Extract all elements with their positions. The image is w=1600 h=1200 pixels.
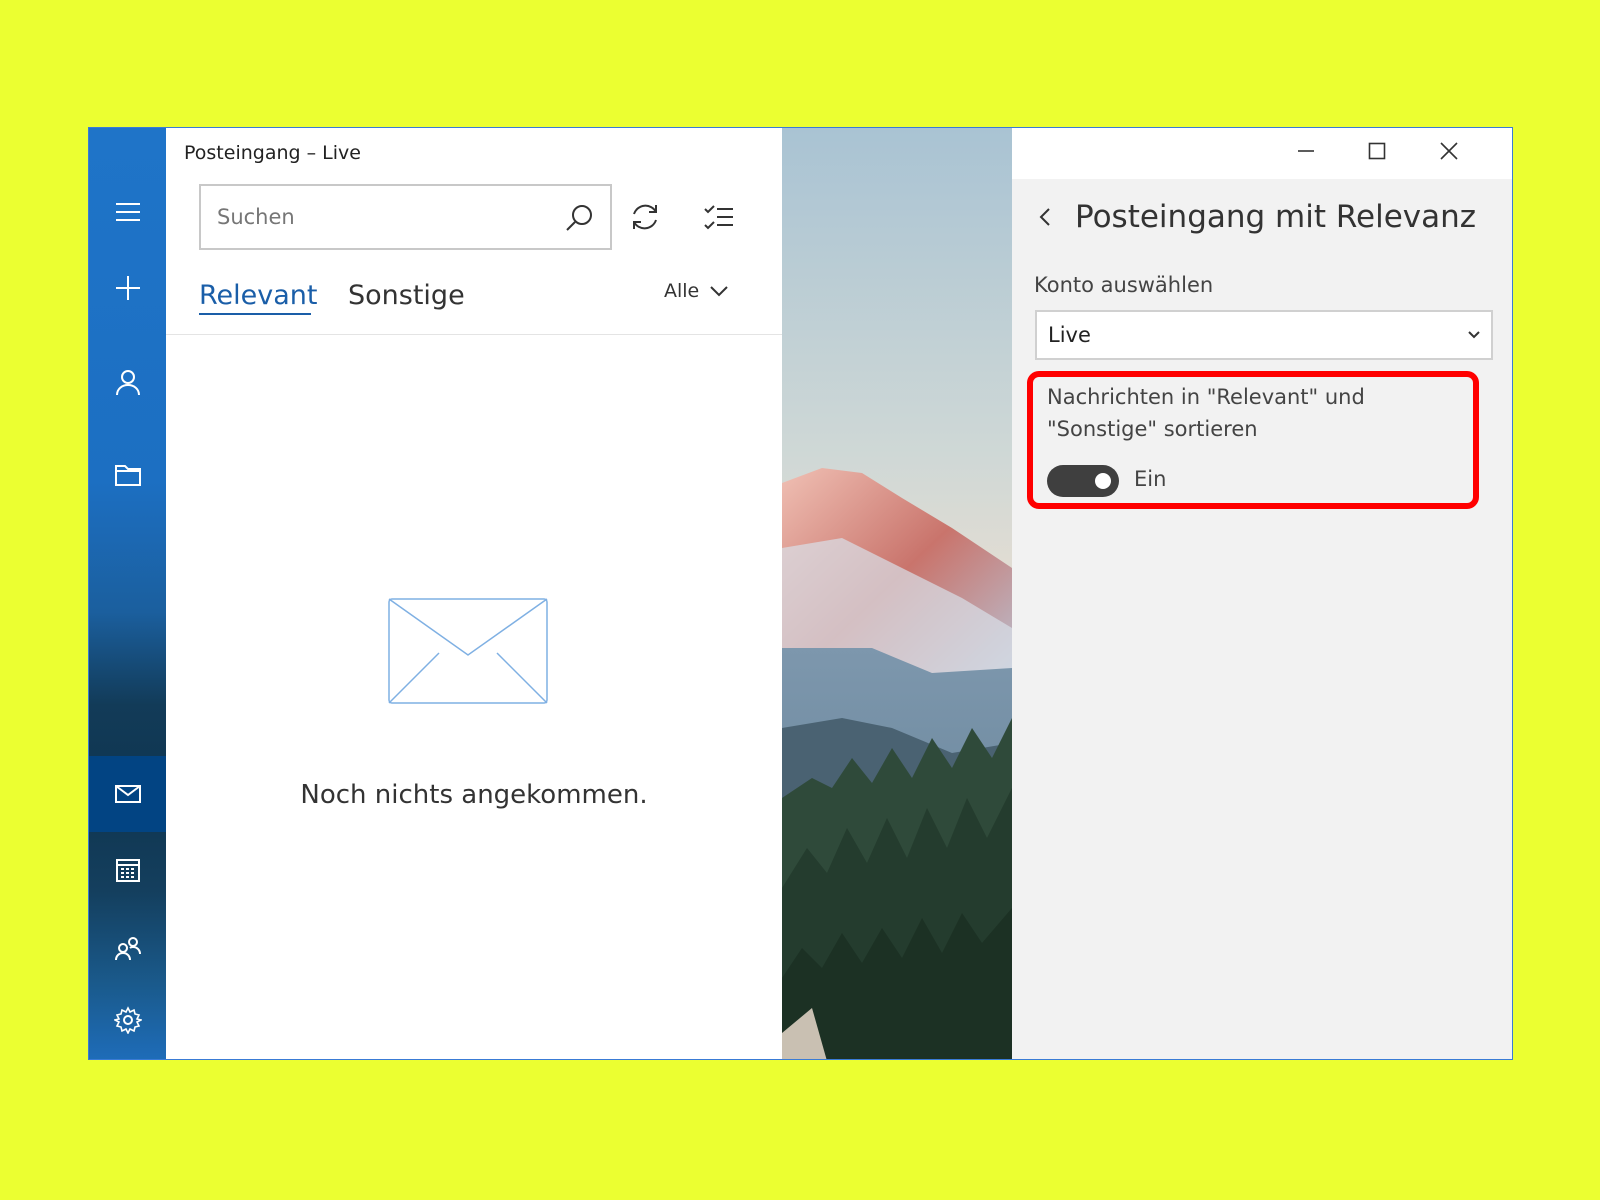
focused-inbox-settings-panel: Posteingang mit Relevanz Konto auswählen… — [1012, 179, 1512, 1059]
chevron-down-icon — [710, 286, 728, 297]
sync-button[interactable] — [622, 194, 668, 240]
filter-dropdown[interactable]: Alle — [664, 280, 729, 302]
nav-rail — [89, 128, 166, 1059]
toggle-description: Nachrichten in "Relevant" und "Sonstige"… — [1047, 385, 1365, 441]
mail-list-pane: Posteingang – Live Relevant Sonstige All… — [166, 128, 782, 1059]
account-select[interactable]: Live — [1035, 310, 1493, 360]
account-select-label: Konto auswählen — [1034, 273, 1214, 297]
empty-envelope-icon — [388, 598, 548, 704]
people-icon — [114, 937, 141, 961]
compose-plus-icon — [115, 276, 140, 300]
window-title: Posteingang – Live — [184, 142, 361, 164]
folder-icon — [114, 465, 141, 486]
folders-button[interactable] — [89, 445, 166, 505]
chevron-down-icon — [1468, 331, 1480, 339]
tab-relevant[interactable]: Relevant — [199, 280, 318, 311]
checklist-icon — [704, 205, 733, 230]
hamburger-menu-button[interactable] — [89, 182, 166, 242]
filter-label: Alle — [664, 280, 700, 302]
mail-button[interactable] — [89, 756, 166, 832]
people-button[interactable] — [89, 918, 166, 978]
minimize-icon — [1298, 150, 1314, 152]
hamburger-menu-icon — [115, 203, 140, 221]
toggle-state-label: Ein — [1134, 467, 1167, 491]
close-icon — [1440, 142, 1458, 160]
focused-inbox-toggle[interactable] — [1047, 465, 1119, 497]
search-input[interactable] — [217, 205, 547, 229]
new-mail-button[interactable] — [89, 258, 166, 318]
active-tab-underline — [199, 313, 311, 315]
accounts-button[interactable] — [89, 352, 166, 412]
tab-sonstige[interactable]: Sonstige — [348, 280, 465, 311]
maximize-icon — [1368, 142, 1386, 160]
background-landscape-image — [782, 128, 1012, 1059]
mail-app-window: Posteingang – Live Relevant Sonstige All… — [88, 127, 1513, 1060]
sync-icon — [633, 204, 657, 230]
list-divider — [166, 334, 782, 335]
calendar-button[interactable] — [89, 840, 166, 900]
account-icon — [115, 370, 140, 396]
search-box[interactable] — [199, 184, 612, 250]
settings-title: Posteingang mit Relevanz — [1075, 199, 1477, 235]
close-button[interactable] — [1421, 136, 1477, 166]
back-button[interactable] — [1034, 203, 1058, 231]
calendar-icon — [115, 859, 140, 882]
mail-icon — [114, 785, 141, 803]
maximize-button[interactable] — [1349, 136, 1405, 166]
minimize-button[interactable] — [1278, 136, 1334, 166]
settings-button[interactable] — [89, 990, 166, 1050]
empty-state-message: Noch nichts angekommen. — [300, 780, 648, 810]
chevron-left-icon — [1039, 208, 1050, 226]
settings-gear-icon — [113, 1006, 142, 1034]
account-select-value: Live — [1048, 323, 1091, 347]
toggle-knob — [1095, 473, 1111, 489]
selection-mode-button[interactable] — [696, 194, 742, 240]
search-icon[interactable] — [564, 203, 594, 233]
